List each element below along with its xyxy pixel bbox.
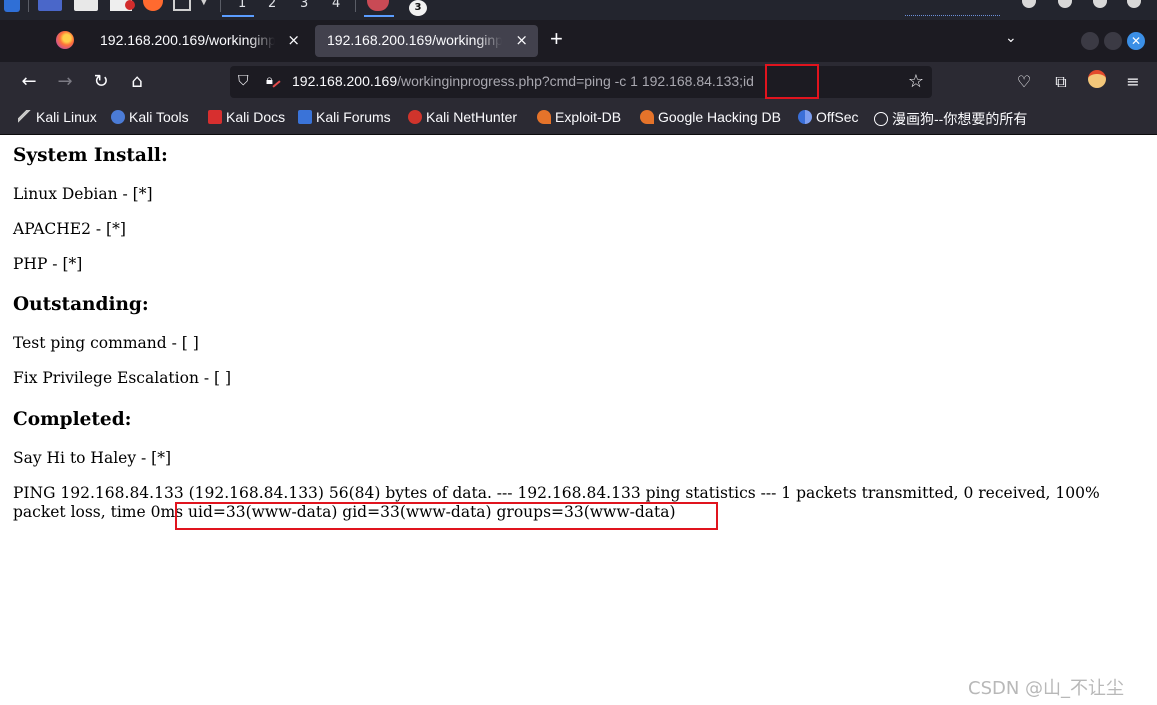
bookmark-kali-linux[interactable]: Kali Linux xyxy=(18,109,97,129)
terminal-icon[interactable] xyxy=(38,0,62,11)
workspace-3[interactable]: 3 xyxy=(300,0,308,11)
bookmark-manhuagou[interactable]: 漫画狗--你想要的所有 xyxy=(874,109,1027,129)
pocket-icon[interactable]: ♡ xyxy=(1012,70,1036,94)
bookmark-kali-forums[interactable]: Kali Forums xyxy=(298,109,391,129)
kali-menu-icon[interactable] xyxy=(4,0,20,12)
window-count-badge[interactable]: 3 xyxy=(409,0,427,16)
globe-icon xyxy=(874,112,888,126)
chevron-down-icon[interactable]: ⌄ xyxy=(1005,30,1017,46)
exploit-db-icon xyxy=(537,110,551,124)
maximize-button[interactable] xyxy=(1104,32,1122,50)
bookmark-label: Kali Forums xyxy=(316,109,391,125)
back-arrow-icon[interactable]: ← xyxy=(17,70,41,94)
install-item: Linux Debian - [*] xyxy=(13,185,153,203)
network-icon[interactable] xyxy=(1022,0,1036,8)
chevron-down-icon[interactable]: ▼ xyxy=(200,0,208,7)
taskbar-separator xyxy=(28,0,29,12)
hamburger-menu-icon[interactable]: ≡ xyxy=(1121,70,1145,94)
bookmarks-toolbar: Kali Linux Kali Tools Kali Docs Kali For… xyxy=(0,102,1157,135)
kali-icon xyxy=(18,110,32,124)
os-taskbar: ▼ 1 2 3 4 3 xyxy=(0,0,1157,20)
window-icon[interactable] xyxy=(173,0,191,11)
bookmark-offsec[interactable]: OffSec xyxy=(798,109,859,129)
workspace-1[interactable]: 1 xyxy=(238,0,246,11)
workspace-2[interactable]: 2 xyxy=(268,0,276,11)
kali-forums-icon xyxy=(298,110,312,124)
bookmark-kali-docs[interactable]: Kali Docs xyxy=(208,109,285,129)
tab-title: 192.168.200.169/workinginprogress.php?cm… xyxy=(100,32,275,48)
window-close-button[interactable]: ✕ xyxy=(1127,32,1145,50)
text-editor-icon[interactable] xyxy=(110,0,135,11)
window-active-indicator xyxy=(364,15,394,17)
taskbar-separator xyxy=(220,0,221,12)
browser-tab-bar: 192.168.200.169/workinginprogress.php?cm… xyxy=(0,20,1157,62)
forward-arrow-icon[interactable]: → xyxy=(53,70,77,94)
taskbar-separator xyxy=(355,0,356,12)
extensions-icon[interactable]: ⧉ xyxy=(1049,70,1073,94)
notification-icon[interactable] xyxy=(1093,0,1107,8)
close-icon[interactable]: × xyxy=(287,30,300,50)
url-bar[interactable]: ⛉ 🔒︎ 192.168.200.169/workinginprogress.p… xyxy=(230,66,932,98)
nethunter-icon xyxy=(408,110,422,124)
firefox-launcher-icon[interactable] xyxy=(143,0,163,11)
insecure-lock-icon[interactable]: 🔒︎ xyxy=(266,73,280,91)
account-icon[interactable] xyxy=(1085,70,1109,94)
watermark: CSDN @山_不让尘 xyxy=(968,678,1125,699)
bookmark-label: Kali Linux xyxy=(36,109,97,125)
minimize-button[interactable] xyxy=(1081,32,1099,50)
bookmark-label: OffSec xyxy=(816,109,859,125)
bookmark-star-icon[interactable]: ☆ xyxy=(908,71,924,92)
bookmark-label: 漫画狗--你想要的所有 xyxy=(892,111,1028,127)
tracking-shield-icon[interactable]: ⛉ xyxy=(238,73,254,91)
url-input[interactable]: 192.168.200.169/workinginprogress.php?cm… xyxy=(292,73,754,89)
bookmark-label: Exploit-DB xyxy=(555,109,622,125)
install-item: PHP - [*] xyxy=(13,255,83,273)
page-content: System Install: Linux Debian - [*] APACH… xyxy=(0,136,1157,705)
workspace-4[interactable]: 4 xyxy=(332,0,340,11)
kali-docs-icon xyxy=(208,110,222,124)
heading-completed: Completed: xyxy=(13,409,132,430)
bookmark-label: Kali Docs xyxy=(226,109,286,125)
outstanding-item: Test ping command - [ ] xyxy=(13,334,199,352)
power-icon[interactable] xyxy=(1127,0,1141,8)
output-highlight-box xyxy=(175,502,718,530)
bookmark-exploit-db[interactable]: Exploit-DB xyxy=(537,109,621,129)
url-path: /workinginprogress.php?cmd=ping -c 1 192… xyxy=(397,73,754,89)
kali-tools-icon xyxy=(111,110,125,124)
bookmark-label: Kali Tools xyxy=(129,109,189,125)
tab-title: 192.168.200.169/workinginprogress.php?cm… xyxy=(327,32,502,48)
heading-system-install: System Install: xyxy=(13,145,168,166)
offsec-icon xyxy=(798,110,812,124)
firefox-view-icon[interactable] xyxy=(56,31,74,49)
bookmark-label: Kali NetHunter xyxy=(426,109,518,125)
workspace-active-indicator xyxy=(222,15,254,17)
bookmark-kali-nethunter[interactable]: Kali NetHunter xyxy=(408,109,517,129)
close-icon[interactable]: × xyxy=(515,30,528,50)
heading-outstanding: Outstanding: xyxy=(13,294,149,315)
cpu-graph xyxy=(905,8,1000,16)
ghdb-icon xyxy=(640,110,654,124)
navigation-toolbar: ← → ↻ ⌂ ⛉ 🔒︎ 192.168.200.169/workinginpr… xyxy=(0,62,1157,102)
reload-icon[interactable]: ↻ xyxy=(89,70,113,94)
file-manager-icon[interactable] xyxy=(74,0,98,11)
home-icon[interactable]: ⌂ xyxy=(125,70,149,94)
completed-item: Say Hi to Haley - [*] xyxy=(13,449,172,467)
new-tab-button[interactable]: + xyxy=(550,28,563,50)
url-host: 192.168.200.169 xyxy=(292,73,398,89)
bookmark-google-hacking-db[interactable]: Google Hacking DB xyxy=(640,109,781,129)
bookmark-kali-tools[interactable]: Kali Tools xyxy=(111,109,189,129)
outstanding-item: Fix Privilege Escalation - [ ] xyxy=(13,369,232,387)
url-highlight-box xyxy=(765,64,819,99)
tab-2-active[interactable]: 192.168.200.169/workinginprogress.php?cm… xyxy=(315,25,538,57)
install-item: APACHE2 - [*] xyxy=(13,220,126,238)
volume-icon[interactable] xyxy=(1058,0,1072,8)
bookmark-label: Google Hacking DB xyxy=(658,109,781,125)
tab-1[interactable]: 192.168.200.169/workinginprogress.php?cm… xyxy=(88,25,310,57)
firefox-window-icon[interactable] xyxy=(367,0,389,11)
